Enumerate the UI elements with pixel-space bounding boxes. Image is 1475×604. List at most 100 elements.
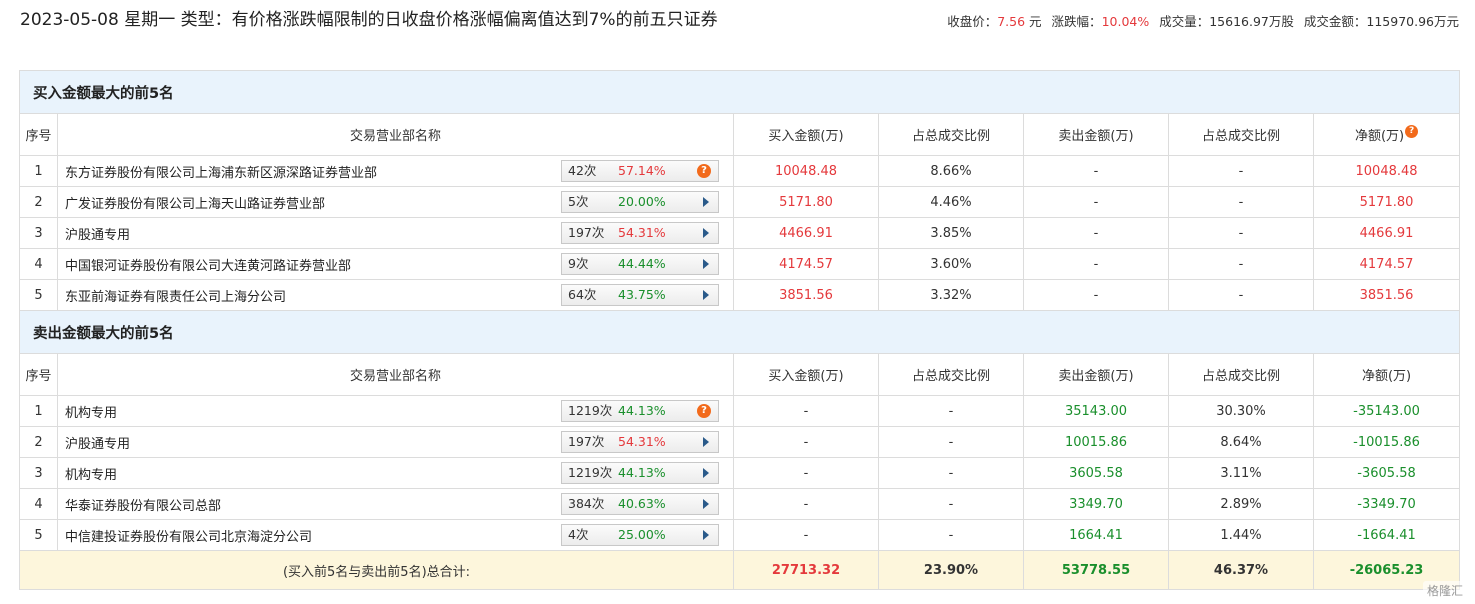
arrow-right-icon[interactable] [703,530,709,540]
branch-stats-button[interactable]: 4次 25.00% [561,524,719,546]
buy-column-header-row: 序号 交易营业部名称 买入金额(万) 占总成交比例 卖出金额(万) 占总成交比例… [19,113,1461,156]
branch-name-link[interactable]: 东方证券股份有限公司上海浦东新区源深路证券营业部 [65,162,377,181]
branch-stats-button[interactable]: 64次 43.75% [561,284,719,306]
success-rate: 44.13% [618,465,666,480]
times-count: 384次 [568,496,605,511]
success-rate: 44.13% [618,403,666,418]
branch-stats-button[interactable]: 5次 20.00% [561,191,719,213]
buy-ratio: 8.66% [878,155,1024,187]
quote-bar: 收盘价：7.56 元 涨跌幅：10.04% 成交量：15616.97万股 成交金… [947,11,1459,30]
branch-stats-button[interactable]: 1219次 44.13% [561,462,719,484]
net-amount: 4466.91 [1312,217,1461,249]
net-amount: 3851.56 [1312,279,1461,311]
branch-cell: 中信建投证券股份有限公司北京海淀分公司 4次 25.00% [57,519,734,551]
volume-label: 成交量： [1159,14,1210,29]
close-value: 7.56 [997,14,1026,29]
arrow-right-icon[interactable] [703,197,709,207]
sell-ratio: - [1168,155,1314,187]
total-label: (买入前5名与卖出前5名)总合计: [19,550,734,590]
success-rate: 54.31% [618,434,666,449]
net-amount: 5171.80 [1312,186,1461,218]
arrow-right-icon[interactable] [703,290,709,300]
branch-cell: 华泰证券股份有限公司总部 384次 40.63% [57,488,734,520]
branch-name-link[interactable]: 沪股通专用 [65,433,130,452]
buy-section-title: 买入金额最大的前5名 [18,70,1461,114]
buy-amount: 4174.57 [733,248,879,280]
branch-stats-button[interactable]: 384次 40.63% [561,493,719,515]
total-sell-ratio: 46.37% [1168,550,1314,590]
branch-name-link[interactable]: 东亚前海证券有限责任公司上海分公司 [65,286,286,305]
success-rate: 57.14% [618,163,666,178]
col-buy-ratio: 占总成交比例 [878,113,1024,156]
close-unit: 元 [1029,14,1042,29]
net-amount: -1664.41 [1312,519,1461,551]
col-net: 净额(万)? [1312,113,1461,156]
net-amount: -3349.70 [1312,488,1461,520]
question-icon[interactable]: ? [697,164,711,178]
branch-name-link[interactable]: 广发证券股份有限公司上海天山路证券营业部 [65,193,325,212]
col-sell: 卖出金额(万) [1023,353,1169,396]
buy-ratio: - [878,457,1024,489]
sell-amount: - [1023,279,1169,311]
branch-stats-button[interactable]: 1219次 44.13%? [561,400,719,422]
branch-name-link[interactable]: 机构专用 [65,402,117,421]
branch-name-link[interactable]: 华泰证券股份有限公司总部 [65,495,221,514]
arrow-right-icon[interactable] [703,228,709,238]
seq-cell: 2 [19,426,58,458]
buy-ratio: - [878,488,1024,520]
table-row: 3 沪股通专用 197次 54.31% 4466.91 3.85% - -4466.91 [19,217,1461,249]
arrow-right-icon[interactable] [703,468,709,478]
page-title: 2023-05-08 星期一 类型：有价格涨跌幅限制的日收盘价格涨幅偏离值达到7… [20,10,718,30]
branch-name-link[interactable]: 中国银河证券股份有限公司大连黄河路证券营业部 [65,255,351,274]
arrow-right-icon[interactable] [703,499,709,509]
branch-cell: 东亚前海证券有限责任公司上海分公司 64次 43.75% [57,279,734,311]
branch-stats-button[interactable]: 197次 54.31% [561,222,719,244]
sell-amount: 10015.86 [1023,426,1169,458]
total-buy-ratio: 23.90% [878,550,1024,590]
col-net-label: 净额(万) [1354,129,1405,144]
corner-logo: 格隆汇 [1422,581,1467,600]
branch-cell: 机构专用 1219次 44.13%? [57,395,734,427]
sell-ratio: - [1168,217,1314,249]
branch-name-link[interactable]: 中信建投证券股份有限公司北京海淀分公司 [65,526,312,545]
net-amount: 4174.57 [1312,248,1461,280]
buy-amount: - [733,426,879,458]
times-count: 197次 [568,434,605,449]
arrow-right-icon[interactable] [703,259,709,269]
seq-cell: 4 [19,248,58,280]
buy-amount: - [733,488,879,520]
col-buy-ratio: 占总成交比例 [878,353,1024,396]
sell-amount: 3349.70 [1023,488,1169,520]
branch-name-link[interactable]: 机构专用 [65,464,117,483]
times-count: 197次 [568,225,605,240]
table-row: 5 东亚前海证券有限责任公司上海分公司 64次 43.75% 3851.56 3.32% -… [19,279,1461,311]
buy-section-header: 买入金额最大的前5名 [18,70,1461,114]
buy-ratio: - [878,426,1024,458]
col-name: 交易营业部名称 [57,353,734,396]
table-row: 1 东方证券股份有限公司上海浦东新区源深路证券营业部 42次 57.14%? 10048… [19,155,1461,187]
seq-cell: 4 [19,488,58,520]
branch-stats-button[interactable]: 42次 57.14%? [561,160,719,182]
sell-ratio: 1.44% [1168,519,1314,551]
sell-ratio: - [1168,248,1314,280]
change-label: 涨跌幅： [1051,14,1102,29]
col-sell-ratio: 占总成交比例 [1168,113,1314,156]
times-count: 1219次 [568,465,613,480]
question-icon[interactable]: ? [1405,125,1419,138]
question-icon[interactable]: ? [697,404,711,418]
branch-stats-button[interactable]: 197次 54.31% [561,431,719,453]
sell-section-title: 卖出金额最大的前5名 [18,310,1461,354]
sell-ratio: 2.89% [1168,488,1314,520]
branch-name-link[interactable]: 沪股通专用 [65,224,130,243]
table-row: 3 机构专用 1219次 44.13% - -3605.58 3.11% -3605.58 [19,457,1461,489]
branch-stats-button[interactable]: 9次 44.44% [561,253,719,275]
buy-ratio: 3.60% [878,248,1024,280]
sell-amount: 3605.58 [1023,457,1169,489]
buy-amount: - [733,457,879,489]
buy-ratio: 3.85% [878,217,1024,249]
col-buy: 买入金额(万) [733,113,879,156]
times-count: 4次 [568,527,589,542]
seq-cell: 3 [19,217,58,249]
volume-value: 15616.97万股 [1209,14,1294,29]
arrow-right-icon[interactable] [703,437,709,447]
